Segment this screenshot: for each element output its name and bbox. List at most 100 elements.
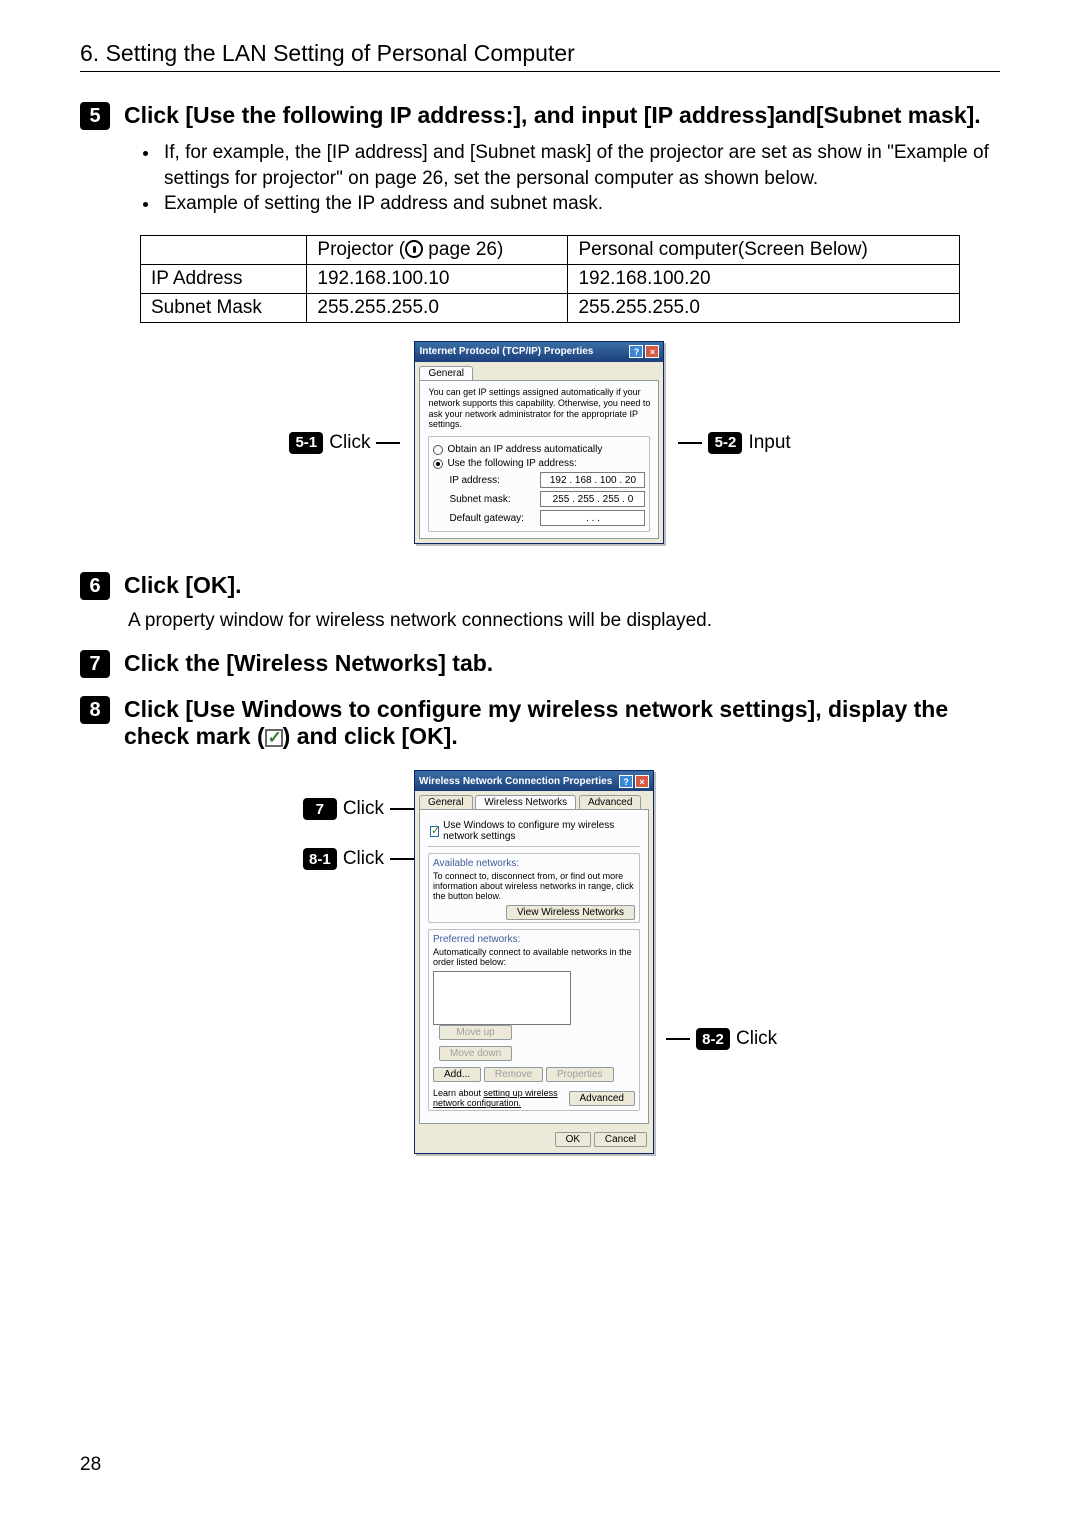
step-6-title: Click [OK]. [124, 572, 1000, 599]
subnet-row: Subnet mask:255 . 255 . 255 . 0 [449, 491, 645, 507]
ok-button[interactable]: OK [555, 1132, 591, 1147]
step-8: 8 Click [Use Windows to configure my wir… [80, 696, 1000, 750]
callout-8-1-badge: 8-1 [303, 848, 337, 870]
callout-8-1: 8-1 Click [303, 848, 414, 870]
callout-line [666, 1038, 690, 1040]
tab-general[interactable]: General [419, 366, 473, 380]
table-cell: 192.168.100.10 [307, 264, 568, 293]
tcpip-description: You can get IP settings assigned automat… [428, 387, 650, 430]
view-wireless-button[interactable]: View Wireless Networks [506, 905, 635, 920]
step-7-title: Click the [Wireless Networks] tab. [124, 650, 1000, 677]
preferred-label: Preferred networks: [433, 934, 635, 945]
callout-line [678, 442, 702, 444]
ip-address-input[interactable]: 192 . 168 . 100 . 20 [540, 472, 645, 488]
dialog-panel: Use Windows to configure my wireless net… [419, 809, 649, 1124]
preferred-hint: Automatically connect to available netwo… [433, 947, 635, 967]
add-button[interactable]: Add... [433, 1067, 481, 1082]
callout-5-1-label: Click [329, 432, 370, 454]
preferred-listbox[interactable] [433, 971, 571, 1025]
figure-tcpip: 5-1 Click Internet Protocol (TCP/IP) Pro… [80, 341, 1000, 544]
close-icon[interactable]: × [645, 345, 659, 358]
radio-use-ip[interactable]: Use the following IP address: [433, 458, 645, 469]
advanced-button[interactable]: Advanced [569, 1091, 635, 1106]
step-8-title: Click [Use Windows to configure my wirel… [124, 696, 1000, 750]
dialog-titlebar: Internet Protocol (TCP/IP) Properties ?× [415, 342, 663, 362]
available-hint: To connect to, disconnect from, or find … [433, 871, 635, 901]
close-icon[interactable]: × [635, 775, 649, 788]
checkmark-icon [265, 729, 283, 747]
wireless-dialog: Wireless Network Connection Properties ?… [414, 770, 654, 1154]
table-row-label: IP Address [141, 264, 307, 293]
remove-button[interactable]: Remove [484, 1067, 543, 1082]
step-6-body: A property window for wireless network c… [128, 610, 1000, 632]
gateway-row: Default gateway:. . . [449, 510, 645, 526]
callout-line [376, 442, 400, 444]
callout-7-label: Click [343, 798, 384, 820]
cancel-button[interactable]: Cancel [594, 1132, 647, 1147]
bullet: Example of setting the IP address and su… [160, 191, 1000, 217]
available-networks-section: Available networks: To connect to, disco… [428, 853, 640, 923]
help-icon[interactable]: ? [619, 775, 633, 788]
titlebar-buttons[interactable]: ?× [627, 345, 659, 358]
radio-icon[interactable] [433, 445, 443, 455]
section-header: 6. Setting the LAN Setting of Personal C… [80, 40, 1000, 72]
properties-button[interactable]: Properties [546, 1067, 614, 1082]
step-7: 7 Click the [Wireless Networks] tab. [80, 650, 1000, 678]
step-5-title: Click [Use the following IP address:], a… [124, 102, 1000, 129]
subnet-mask-input[interactable]: 255 . 255 . 255 . 0 [540, 491, 645, 507]
step-5: 5 Click [Use the following IP address:],… [80, 102, 1000, 130]
titlebar-buttons[interactable]: ?× [617, 775, 649, 788]
page-number: 28 [80, 1454, 101, 1476]
dialog-panel: You can get IP settings assigned automat… [419, 380, 659, 539]
table-header-empty [141, 235, 307, 264]
move-up-button[interactable]: Move up [439, 1025, 512, 1040]
step-5-bullets: If, for example, the [IP address] and [S… [140, 140, 1000, 217]
step-7-badge: 7 [80, 650, 110, 678]
tab-strip: General Wireless Networks Advanced [415, 791, 653, 809]
bullet: If, for example, the [IP address] and [S… [160, 140, 1000, 191]
callout-5-2: 5-2 Input [678, 432, 790, 454]
preferred-networks-section: Preferred networks: Automatically connec… [428, 929, 640, 1111]
callout-8-2-badge: 8-2 [696, 1028, 730, 1050]
dialog-title: Wireless Network Connection Properties [419, 776, 612, 787]
table-row-label: Subnet Mask [141, 293, 307, 322]
ip-table: Projector ( page 26) Personal computer(S… [140, 235, 960, 323]
table-cell: 192.168.100.20 [568, 264, 960, 293]
learn-text: Learn about setting up wireless network … [433, 1088, 569, 1108]
radio-auto[interactable]: Obtain an IP address automatically [433, 444, 645, 455]
step-6: 6 Click [OK]. [80, 572, 1000, 600]
use-windows-checkbox[interactable]: Use Windows to configure my wireless net… [428, 816, 640, 847]
callout-8-2: 8-2 Click [666, 1028, 777, 1050]
dialog-button-row: OK Cancel [415, 1128, 653, 1153]
ip-address-row: IP address:192 . 168 . 100 . 20 [449, 472, 645, 488]
checkbox-icon[interactable] [430, 826, 439, 837]
table-header-projector: Projector ( page 26) [307, 235, 568, 264]
callout-7: 7 Click [303, 798, 414, 820]
tab-strip: General [415, 362, 663, 380]
tab-wireless-networks[interactable]: Wireless Networks [475, 795, 576, 809]
callout-8-1-label: Click [343, 848, 384, 870]
tab-advanced[interactable]: Advanced [579, 795, 641, 809]
gateway-input[interactable]: . . . [540, 510, 645, 526]
table-header-pc: Personal computer(Screen Below) [568, 235, 960, 264]
move-down-button[interactable]: Move down [439, 1046, 512, 1061]
tcpip-dialog: Internet Protocol (TCP/IP) Properties ?×… [414, 341, 664, 544]
callout-line [390, 808, 414, 810]
step-5-badge: 5 [80, 102, 110, 130]
step-6-badge: 6 [80, 572, 110, 600]
dialog-title: Internet Protocol (TCP/IP) Properties [419, 346, 593, 357]
help-icon[interactable]: ? [629, 345, 643, 358]
callout-5-2-label: Input [748, 432, 790, 454]
figure-wireless: 7 Click 8-1 Click Wireless Network Conne… [80, 770, 1000, 1154]
tab-general[interactable]: General [419, 795, 473, 809]
hand-icon [405, 240, 423, 258]
callout-8-2-label: Click [736, 1028, 777, 1050]
step-8-badge: 8 [80, 696, 110, 724]
available-label: Available networks: [433, 858, 635, 869]
table-cell: 255.255.255.0 [307, 293, 568, 322]
callout-7-badge: 7 [303, 798, 337, 820]
radio-icon[interactable] [433, 459, 443, 469]
callout-line [390, 858, 414, 860]
callout-5-1: 5-1 Click [289, 432, 400, 454]
callout-5-2-badge: 5-2 [708, 432, 742, 454]
